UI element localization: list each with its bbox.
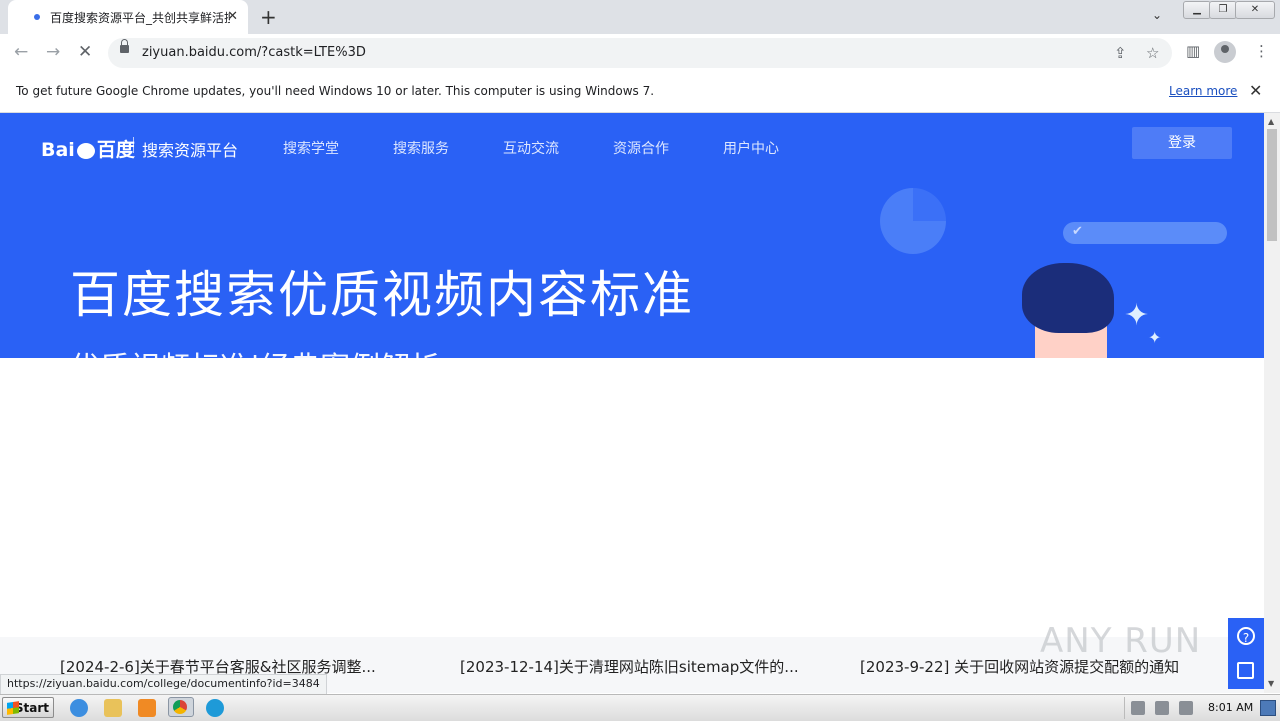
hero-title: 百度搜索优质视频内容标准: [70, 266, 694, 324]
bookmark-star-icon[interactable]: ☆: [1146, 44, 1159, 62]
edge-icon[interactable]: [206, 699, 224, 717]
nav-item-community[interactable]: 互动交流: [503, 138, 559, 158]
tab-title: 百度搜索资源平台_共创共享鲜活搜索: [50, 10, 230, 25]
back-arrow-icon[interactable]: ←: [14, 42, 28, 62]
restore-button[interactable]: ❐: [1209, 1, 1237, 19]
nav-item-cooperation[interactable]: 资源合作: [613, 138, 669, 158]
infobar-close-icon[interactable]: ✕: [1249, 81, 1262, 100]
logo-divider: [133, 137, 134, 153]
stop-loading-icon[interactable]: ✕: [78, 42, 92, 62]
checklist-pill-illustration: [1063, 222, 1227, 244]
start-label: Start: [14, 701, 49, 715]
check-icon: ✔: [1072, 224, 1083, 239]
nav-item-services[interactable]: 搜索服务: [393, 138, 449, 158]
share-icon[interactable]: ⇪: [1114, 44, 1127, 62]
profile-avatar-icon[interactable]: [1214, 41, 1236, 63]
anyrun-watermark: ANY RUN: [1040, 621, 1202, 661]
tab-active[interactable]: 百度搜索资源平台_共创共享鲜活搜索 ✕: [8, 0, 248, 34]
start-button[interactable]: Start: [2, 697, 54, 718]
platform-name: 搜索资源平台: [142, 141, 239, 160]
page-viewport: Bai 百度 搜索资源平台 搜索学堂 搜索服务 互动交流 资源合作 用户中心 登录…: [0, 113, 1264, 693]
windows-flag-icon: [7, 701, 19, 715]
sparkle-small-icon: ✦: [1148, 328, 1162, 347]
forward-arrow-icon[interactable]: →: [46, 42, 60, 62]
new-tab-button[interactable]: +: [260, 5, 277, 29]
feedback-edit-icon[interactable]: [1237, 662, 1254, 679]
paw-icon: [76, 142, 95, 159]
nav-item-college[interactable]: 搜索学堂: [283, 138, 339, 158]
network-icon[interactable]: [1155, 701, 1169, 715]
nav-item-user-center[interactable]: 用户中心: [723, 138, 779, 158]
status-bubble-url: https://ziyuan.baidu.com/college/documen…: [0, 674, 327, 695]
news-item[interactable]: [2023-12-14]关于清理网站陈旧sitemap文件的...: [460, 656, 799, 677]
tab-close-icon[interactable]: ✕: [227, 9, 238, 24]
loading-favicon-icon: [34, 14, 40, 20]
window-close-button[interactable]: ✕: [1235, 1, 1275, 19]
help-question-icon[interactable]: ?: [1237, 627, 1255, 645]
scroll-up-icon[interactable]: ▲: [1268, 117, 1274, 126]
minimize-button[interactable]: ▁: [1183, 1, 1211, 19]
clock-time[interactable]: 8:01 AM: [1208, 701, 1253, 714]
page-scrollbar[interactable]: ▲ ▼: [1264, 113, 1280, 693]
volume-icon[interactable]: [1131, 701, 1145, 715]
address-bar[interactable]: ziyuan.baidu.com/?castk=LTE%3D ⇪ ☆: [108, 38, 1172, 68]
internet-explorer-icon[interactable]: [70, 699, 88, 717]
file-explorer-icon[interactable]: [104, 699, 122, 717]
logo-text: Bai: [41, 139, 75, 161]
infobar-message: To get future Google Chrome updates, you…: [16, 84, 655, 98]
show-desktop-icon[interactable]: [1260, 700, 1276, 716]
learn-more-link[interactable]: Learn more: [1169, 84, 1237, 98]
side-panel-icon[interactable]: ▥: [1186, 42, 1200, 60]
logo-text-2: 百度: [96, 139, 135, 161]
hero-subtitle: 优质视频标准|经典案例解析: [70, 343, 440, 358]
floating-toolbar: ?: [1228, 618, 1264, 689]
pie-chart-illustration: [880, 188, 946, 254]
windows-taskbar: Start 8:01 AM: [0, 694, 1280, 721]
sparkle-icon: ✦: [1124, 298, 1150, 333]
action-center-flag-icon[interactable]: [1179, 701, 1193, 715]
chrome-icon: [173, 700, 187, 714]
tab-search-chevron-icon[interactable]: ⌄: [1152, 8, 1162, 22]
baidu-logo[interactable]: Bai 百度: [41, 135, 135, 162]
media-player-icon[interactable]: [138, 699, 156, 717]
chrome-menu-icon[interactable]: ⋮: [1254, 42, 1269, 60]
hero-banner: Bai 百度 搜索资源平台 搜索学堂 搜索服务 互动交流 资源合作 用户中心 登录…: [0, 113, 1264, 358]
scroll-thumb[interactable]: [1267, 129, 1277, 241]
login-button[interactable]: 登录: [1132, 127, 1232, 159]
url-text[interactable]: ziyuan.baidu.com/?castk=LTE%3D: [142, 45, 366, 60]
browser-toolbar: ← → ✕ ziyuan.baidu.com/?castk=LTE%3D ⇪ ☆: [0, 34, 1280, 73]
person-hair-illustration: [1022, 263, 1114, 333]
update-infobar: To get future Google Chrome updates, you…: [0, 72, 1280, 113]
scroll-down-icon[interactable]: ▼: [1268, 679, 1274, 688]
lock-icon[interactable]: [120, 39, 129, 53]
tab-strip: 百度搜索资源平台_共创共享鲜活搜索 ✕ + ⌄ ▁ ❐ ✕: [0, 0, 1280, 34]
